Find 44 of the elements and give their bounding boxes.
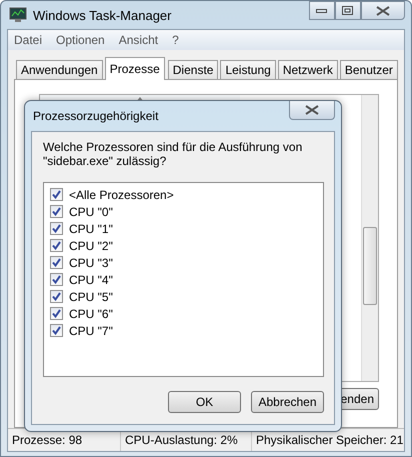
checkbox[interactable] [50, 188, 63, 201]
close-button[interactable] [361, 1, 405, 20]
checkbox[interactable] [50, 205, 63, 218]
checkbox[interactable] [50, 256, 63, 269]
menu-item[interactable]: Ansicht [118, 32, 158, 47]
processor-label: CPU "4" [69, 272, 113, 286]
tab[interactable]: Benutzer [340, 60, 398, 79]
checkbox[interactable] [50, 273, 63, 286]
window-title: Windows Task-Manager [33, 8, 172, 22]
processor-label: CPU "0" [69, 204, 113, 218]
dialog-button[interactable]: Abbrechen [251, 391, 324, 413]
minimize-button[interactable] [309, 1, 335, 20]
status-text: Physikalischer Speicher: 21 [255, 432, 404, 450]
dialog-title: Prozessorzugehörigkeit [33, 109, 158, 123]
close-icon [305, 105, 319, 115]
processor-label: <Alle Prozessoren> [69, 188, 174, 202]
menu-item[interactable]: Optionen [56, 32, 105, 47]
processor-label: CPU "5" [69, 290, 113, 304]
menu-item[interactable]: ? [172, 32, 179, 47]
processor-label: CPU "3" [69, 256, 113, 270]
scrollbar[interactable] [361, 94, 378, 381]
processor-label: CPU "1" [69, 222, 113, 236]
tab[interactable]: Prozesse [104, 56, 165, 80]
checkbox[interactable] [50, 239, 63, 252]
question-text: Welche Prozessoren sind für die Ausführung von "sidebar.exe" zulässig? [43, 140, 304, 168]
tab[interactable]: Leistung [220, 60, 276, 79]
close-button[interactable] [289, 101, 335, 120]
checkbox[interactable] [50, 324, 63, 337]
processor-label: CPU "6" [69, 306, 113, 320]
maximize-icon [342, 6, 354, 16]
dialog-button[interactable]: OK [168, 391, 241, 413]
minimize-icon [316, 8, 328, 14]
tab[interactable]: Netzwerk [278, 60, 338, 79]
checkbox[interactable] [50, 290, 63, 303]
monitor-icon [9, 7, 27, 23]
tab[interactable]: Dienste [168, 60, 218, 79]
tab[interactable]: Anwendungen [16, 60, 103, 79]
maximize-button[interactable] [335, 1, 361, 20]
processor-label: CPU "2" [69, 238, 113, 252]
menu-item[interactable]: Datei [14, 32, 42, 47]
checkbox[interactable] [50, 222, 63, 235]
close-icon [376, 6, 390, 16]
processor-label: CPU "7" [69, 324, 113, 338]
checkbox[interactable] [50, 307, 63, 320]
